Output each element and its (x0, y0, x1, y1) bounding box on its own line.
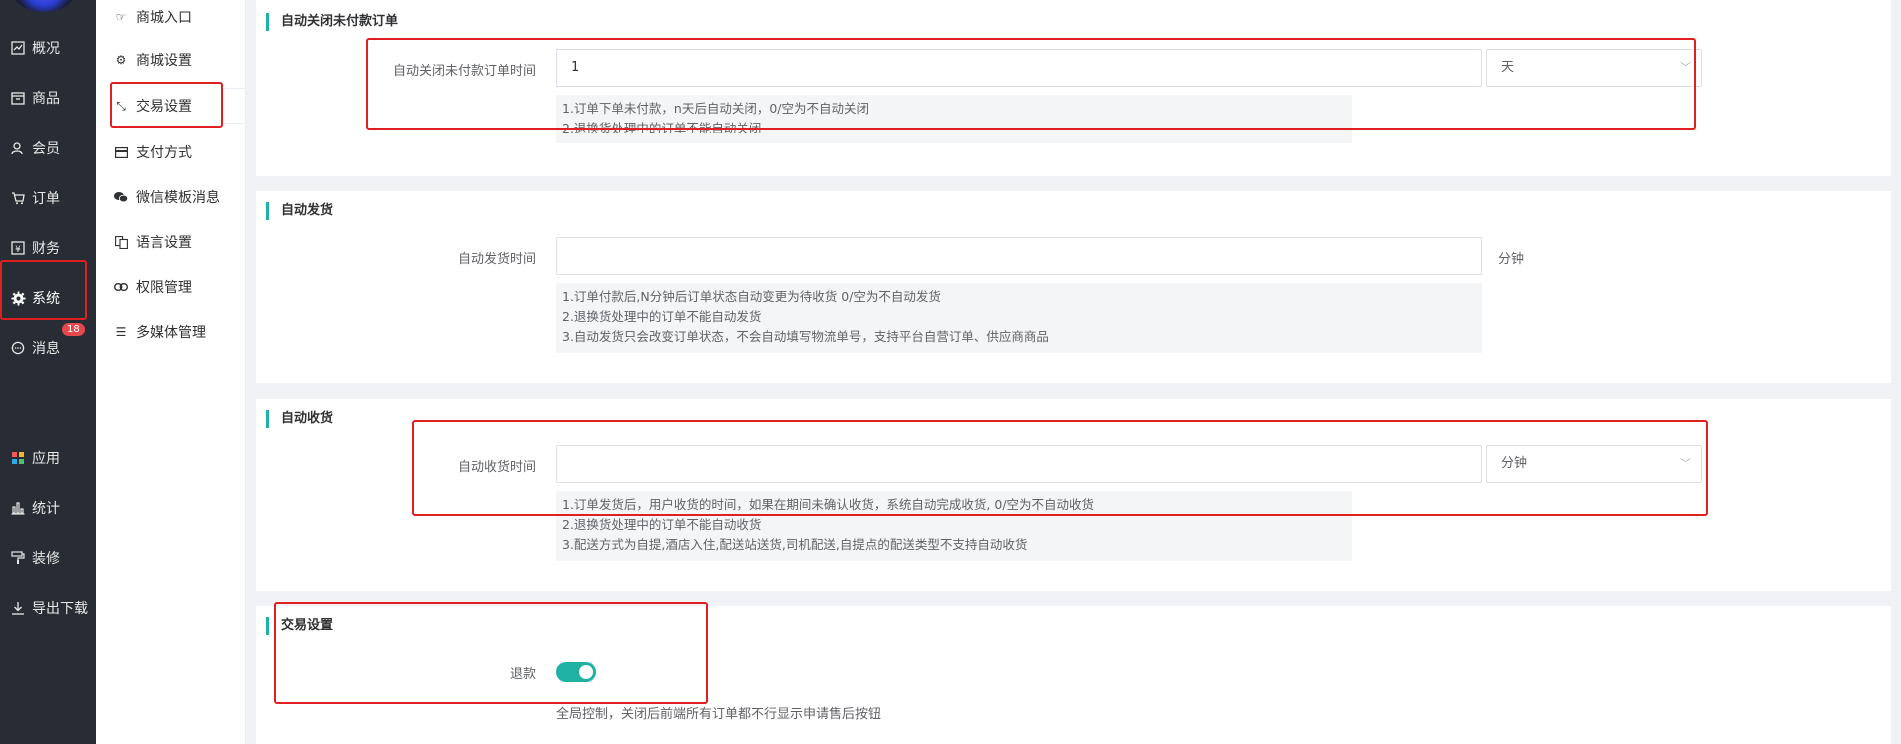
nav-label: 商品 (32, 91, 60, 107)
gear-icon (10, 290, 26, 306)
toggle-knob (579, 665, 593, 679)
nav-item-system[interactable]: 系统 (0, 276, 96, 320)
refund-toggle[interactable] (556, 662, 596, 682)
auto-receive-unit-select[interactable]: 分钟 ﹀ (1486, 445, 1702, 483)
nav-item-goods[interactable]: 商品 (0, 76, 96, 120)
nav-item-stats[interactable]: 统计 (0, 486, 96, 530)
submenu-label: 微信模板消息 (136, 190, 220, 206)
auto-ship-time-input[interactable] (556, 237, 1482, 275)
submenu-item-media[interactable]: ☰ 多媒体管理 (96, 315, 246, 349)
box-icon (10, 90, 26, 106)
auto-close-tips: 1.订单下单未付款，n天后自动关闭，0/空为不自动关闭 2.退换货处理中的订单不… (556, 95, 1352, 143)
section-title: 自动收货 (266, 410, 333, 428)
wechat-icon (114, 191, 128, 203)
main-sidebar: 概况 商品 会员 订单 ¥ 财务 系统 消息 18 应用 统计 装修 导出下载 (0, 0, 96, 744)
bar-chart-icon (10, 500, 26, 516)
submenu-item-payment[interactable]: 支付方式 (96, 135, 246, 169)
section-title: 交易设置 (266, 617, 333, 635)
tip-line: 3.配送方式为自提,酒店入住,配送站送货,司机配送,自提点的配送类型不支持自动收… (562, 537, 1028, 552)
apps-icon (10, 450, 26, 466)
submenu-label: 商城入口 (136, 10, 192, 26)
nav-label: 应用 (32, 451, 60, 467)
nav-label: 概况 (32, 41, 60, 57)
submenu-item-permissions[interactable]: 权限管理 (96, 270, 246, 304)
tip-line: 1.订单下单未付款，n天后自动关闭，0/空为不自动关闭 (562, 101, 870, 116)
auto-ship-tips: 1.订单付款后,N分钟后订单状态自动变更为待收货 0/空为不自动发货 2.退换货… (556, 283, 1482, 353)
auto-receive-time-label: 自动收货时间 (457, 460, 536, 475)
thumb-icon: ☞ (115, 10, 127, 24)
nav-label: 统计 (32, 501, 60, 517)
tip-line: 1.订单发货后，用户收货的时间，如果在期间未确认收货，系统自动完成收货, 0/空… (562, 497, 1095, 512)
message-count-badge: 18 (62, 323, 85, 336)
nav-label: 装修 (32, 551, 60, 567)
submenu-label: 商城设置 (136, 53, 192, 69)
card-icon (114, 146, 128, 158)
auto-receive-time-input[interactable] (556, 445, 1482, 483)
submenu-label: 权限管理 (136, 280, 192, 296)
auto-ship-time-label: 自动发货时间 (457, 252, 536, 267)
nav-label: 消息 (32, 341, 60, 357)
list-icon: ☰ (115, 325, 127, 339)
chart-icon (10, 40, 26, 56)
translate-icon (114, 235, 128, 249)
cog-icon: ⚙ (115, 53, 127, 67)
nav-item-decoration[interactable]: 装修 (0, 536, 96, 580)
section-title: 自动发货 (266, 202, 333, 220)
tip-line: 2.退换货处理中的订单不能自动发货 (562, 309, 762, 324)
submenu-item-wechat-template[interactable]: 微信模板消息 (96, 180, 246, 214)
message-icon (10, 340, 26, 356)
yen-icon: ¥ (10, 240, 26, 256)
svg-text:¥: ¥ (15, 245, 21, 255)
nav-item-export[interactable]: 导出下载 (0, 586, 96, 630)
nav-item-finance[interactable]: ¥ 财务 (0, 226, 96, 270)
nav-item-overview[interactable]: 概况 (0, 26, 96, 70)
chevron-down-icon: ﹀ (1680, 61, 1691, 74)
cart-icon (10, 190, 26, 206)
link-icon (114, 283, 128, 291)
select-value: 分钟 (1501, 456, 1528, 471)
select-value: 天 (1501, 60, 1515, 75)
download-icon (10, 600, 26, 616)
tip-line: 3.自动发货只会改变订单状态，不会自动填写物流单号，支持平台自营订单、供应商商品 (562, 329, 1049, 344)
refund-label: 退款 (509, 667, 536, 682)
nav-item-member[interactable]: 会员 (0, 126, 96, 170)
submenu-label: 交易设置 (136, 99, 192, 115)
auto-ship-unit: 分钟 (1498, 252, 1525, 267)
section-auto-receive: 自动收货 自动收货时间 分钟 ﹀ 1.订单发货后，用户收货的时间，如果在期间未确… (256, 399, 1891, 591)
section-title: 自动关闭未付款订单 (266, 13, 398, 31)
section-trade-settings: 交易设置 退款 全局控制，关闭后前端所有订单都不行显示申请售后按钮 (256, 606, 1891, 744)
section-auto-ship: 自动发货 自动发货时间 分钟 1.订单付款后,N分钟后订单状态自动变更为待收货 … (256, 191, 1891, 383)
tip-line: 2.退换货处理中的订单不能自动收货 (562, 517, 762, 532)
section-auto-close: 自动关闭未付款订单 自动关闭未付款订单时间 1 天 ﹀ 1.订单下单未付款，n天… (256, 0, 1891, 176)
auto-close-time-label: 自动关闭未付款订单时间 (392, 64, 536, 79)
submenu-divider (224, 88, 246, 124)
main-content: 自动关闭未付款订单 自动关闭未付款订单时间 1 天 ﹀ 1.订单下单未付款，n天… (246, 0, 1901, 744)
auto-close-unit-select[interactable]: 天 ﹀ (1486, 49, 1702, 87)
paint-roller-icon (10, 550, 26, 566)
nav-item-apps[interactable]: 应用 (0, 436, 96, 480)
nav-label: 导出下载 (32, 601, 88, 617)
tip-line: 2.退换货处理中的订单不能自动关闭 (562, 121, 762, 133)
nav-label: 财务 (32, 241, 60, 257)
tip-line: 1.订单付款后,N分钟后订单状态自动变更为待收货 0/空为不自动发货 (562, 289, 941, 304)
submenu-item-language[interactable]: 语言设置 (96, 225, 246, 259)
auto-close-time-input[interactable]: 1 (556, 49, 1482, 87)
nav-label: 会员 (32, 141, 60, 157)
auto-receive-tips: 1.订单发货后，用户收货的时间，如果在期间未确认收货，系统自动完成收货, 0/空… (556, 491, 1352, 561)
submenu-label: 语言设置 (136, 235, 192, 251)
transfer-icon: ⤡ (116, 98, 126, 113)
user-icon (10, 140, 26, 156)
nav-item-order[interactable]: 订单 (0, 176, 96, 220)
app-logo (12, 0, 76, 12)
submenu-item-mall-entry[interactable]: ☞ 商城入口 (96, 0, 246, 34)
chevron-down-icon: ﹀ (1680, 457, 1691, 470)
refund-hint: 全局控制，关闭后前端所有订单都不行显示申请售后按钮 (556, 707, 882, 722)
submenu-label: 多媒体管理 (136, 325, 206, 341)
nav-label: 系统 (32, 291, 60, 307)
nav-label: 订单 (32, 191, 60, 207)
submenu-label: 支付方式 (136, 145, 192, 161)
submenu-item-mall-settings[interactable]: ⚙ 商城设置 (96, 43, 246, 77)
